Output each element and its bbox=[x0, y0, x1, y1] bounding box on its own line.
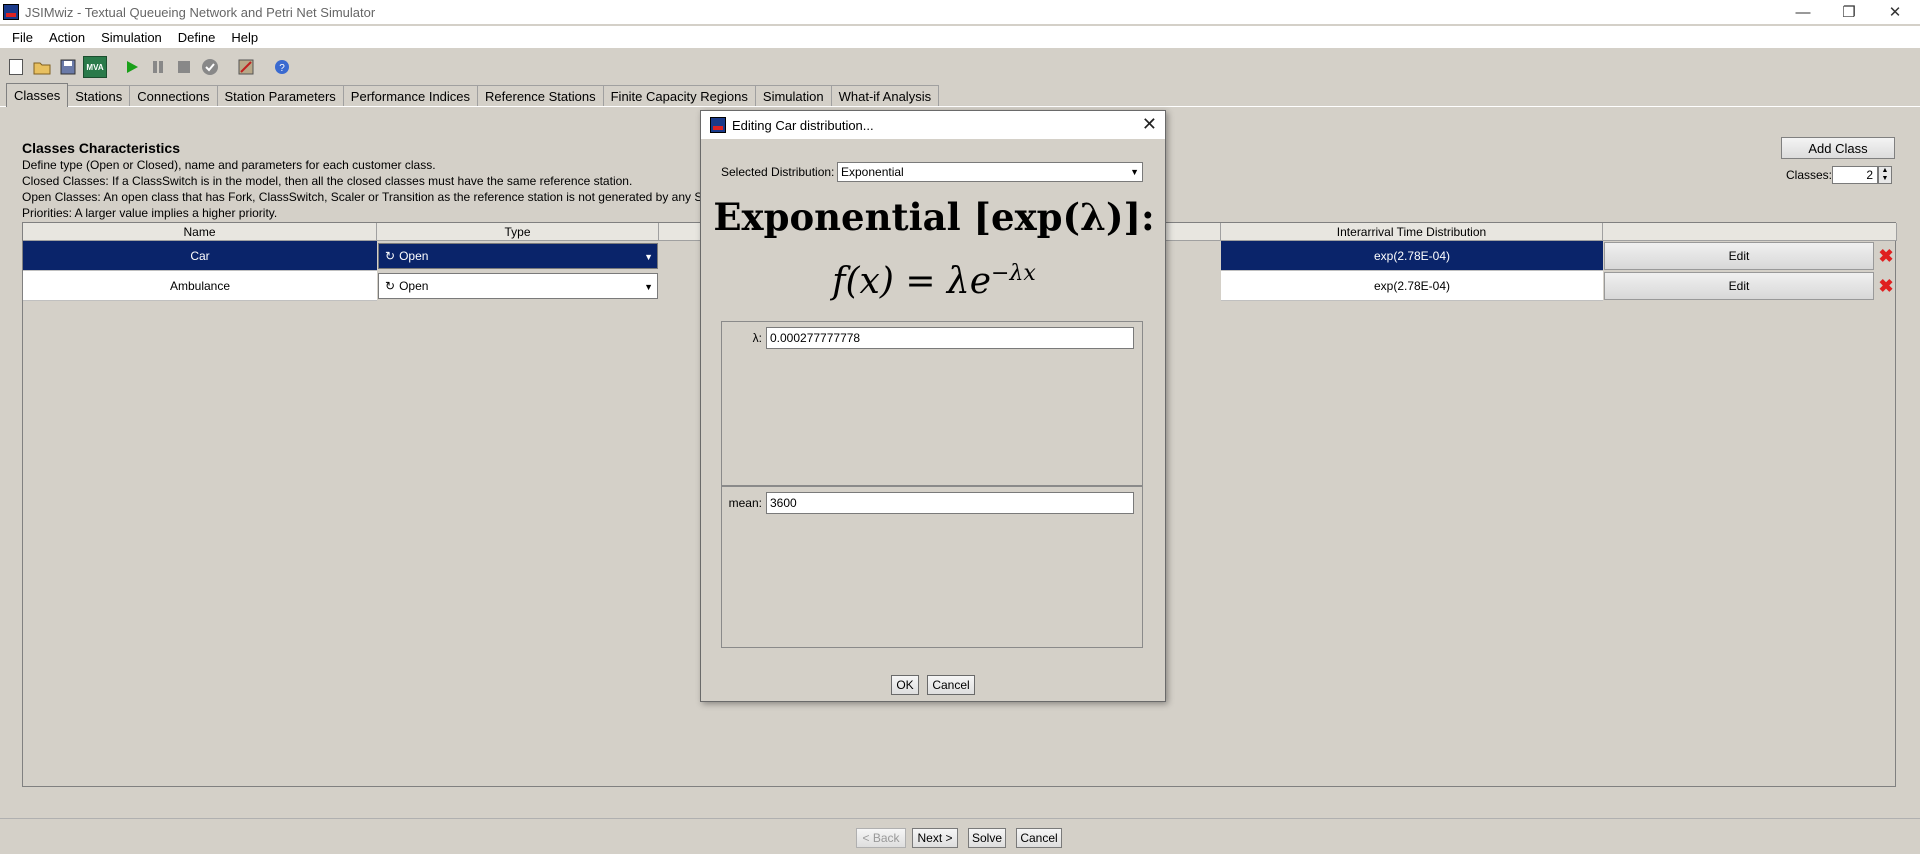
tab-classes[interactable]: Classes bbox=[6, 83, 69, 107]
pause-icon[interactable] bbox=[146, 55, 170, 79]
lambda-label: λ: bbox=[752, 331, 762, 345]
tab-reference-stations[interactable]: Reference Stations bbox=[477, 85, 604, 107]
open-class-icon: ↻ bbox=[385, 279, 396, 293]
tab-connections[interactable]: Connections bbox=[129, 85, 218, 107]
play-icon[interactable] bbox=[120, 55, 144, 79]
close-window-button[interactable]: ✕ bbox=[1872, 0, 1918, 24]
class-type-dropdown[interactable]: ↻ Open ▼ bbox=[378, 243, 658, 269]
tab-simulation[interactable]: Simulation bbox=[754, 85, 832, 107]
chevron-down-icon: ▼ bbox=[644, 252, 653, 262]
tab-station-parameters[interactable]: Station Parameters bbox=[216, 85, 344, 107]
toolbar-separator bbox=[110, 55, 118, 79]
restore-button[interactable]: ❐ bbox=[1826, 0, 1872, 24]
mva-icon[interactable]: MVA bbox=[82, 55, 108, 79]
app-logo-icon bbox=[3, 4, 19, 20]
wizard-bottom-bar: < Back Next > Solve Cancel bbox=[0, 818, 1920, 854]
menu-simulation[interactable]: Simulation bbox=[93, 30, 170, 45]
help-icon[interactable]: ? bbox=[270, 55, 294, 79]
distribution-editor-dialog: Editing Car distribution... ✕ Selected D… bbox=[700, 110, 1166, 702]
classes-count-label: Classes: bbox=[1786, 168, 1833, 182]
toolbar-separator bbox=[224, 55, 232, 79]
ok-button[interactable]: OK bbox=[891, 675, 919, 695]
classes-spinner-arrows[interactable]: ▲ ▼ bbox=[1878, 166, 1892, 184]
minimize-button[interactable]: — bbox=[1780, 0, 1826, 24]
open-class-icon: ↻ bbox=[385, 249, 396, 263]
check-icon[interactable] bbox=[198, 55, 222, 79]
cancel-button[interactable]: Cancel bbox=[1016, 828, 1062, 848]
distribution-cell: exp(2.78E-04) bbox=[1221, 241, 1603, 271]
mean-panel: mean: 3600 bbox=[721, 486, 1143, 648]
stop-icon[interactable] bbox=[172, 55, 196, 79]
description-closed-classes: Closed Classes: If a ClassSwitch is in t… bbox=[22, 174, 633, 188]
window-title: JSIMwiz - Textual Queueing Network and P… bbox=[25, 4, 376, 20]
chevron-down-icon: ▼ bbox=[1130, 167, 1139, 177]
class-type-value: Open bbox=[399, 279, 429, 293]
class-type-value: Open bbox=[399, 249, 429, 263]
class-name-cell[interactable]: Car bbox=[23, 241, 377, 271]
svg-text:?: ? bbox=[279, 63, 285, 74]
menu-help[interactable]: Help bbox=[223, 30, 266, 45]
tab-finite-capacity-regions[interactable]: Finite Capacity Regions bbox=[602, 85, 756, 107]
class-type-dropdown[interactable]: ↻ Open ▼ bbox=[378, 273, 658, 299]
selected-distribution-label: Selected Distribution: bbox=[721, 165, 835, 179]
dialog-titlebar: Editing Car distribution... ✕ bbox=[701, 111, 1165, 139]
tab-divider bbox=[0, 106, 1920, 107]
delete-class-icon[interactable]: ✖ bbox=[1877, 246, 1895, 266]
menu-define[interactable]: Define bbox=[170, 30, 224, 45]
mean-label: mean: bbox=[728, 496, 762, 510]
add-class-button[interactable]: Add Class bbox=[1781, 137, 1895, 159]
tab-stations[interactable]: Stations bbox=[67, 85, 131, 107]
chevron-down-icon: ▼ bbox=[644, 282, 653, 292]
app-logo-icon bbox=[710, 117, 726, 133]
tab-what-if-analysis[interactable]: What-if Analysis bbox=[830, 85, 940, 107]
menubar: File Action Simulation Define Help bbox=[0, 26, 1920, 48]
delete-class-icon[interactable]: ✖ bbox=[1877, 276, 1895, 296]
lambda-row: λ: 0.000277777778 bbox=[728, 327, 1134, 349]
description-open-classes: Open Classes: An open class that has For… bbox=[22, 190, 716, 204]
solve-button[interactable]: Solve bbox=[968, 828, 1006, 848]
new-file-icon[interactable] bbox=[4, 55, 28, 79]
distribution-select[interactable]: Exponential ▼ bbox=[837, 162, 1143, 182]
distribution-formula-title: Exponential [exp(λ)]: bbox=[713, 195, 1155, 239]
tools-icon[interactable] bbox=[234, 55, 258, 79]
lambda-input[interactable]: 0.000277777778 bbox=[766, 327, 1134, 349]
distribution-formula: f(x) = λe−λx bbox=[832, 261, 1036, 302]
edit-distribution-button[interactable]: Edit bbox=[1604, 272, 1874, 300]
distribution-select-value: Exponential bbox=[841, 165, 904, 179]
mean-row: mean: 3600 bbox=[728, 492, 1134, 514]
back-button[interactable]: < Back bbox=[856, 828, 906, 848]
description-priorities: Priorities: A larger value implies a hig… bbox=[22, 206, 278, 220]
toolbar-separator bbox=[260, 55, 268, 79]
column-header-actions[interactable] bbox=[1603, 223, 1897, 241]
dialog-cancel-button[interactable]: Cancel bbox=[927, 675, 975, 695]
edit-distribution-button[interactable]: Edit bbox=[1604, 242, 1874, 270]
column-header-type[interactable]: Type bbox=[377, 223, 659, 241]
main-tabs: Classes Stations Connections Station Par… bbox=[6, 83, 940, 107]
description-line-1: Define type (Open or Closed), name and p… bbox=[22, 158, 436, 172]
dialog-title: Editing Car distribution... bbox=[732, 117, 874, 133]
mean-input[interactable]: 3600 bbox=[766, 492, 1134, 514]
next-button[interactable]: Next > bbox=[912, 828, 958, 848]
class-name-cell[interactable]: Ambulance bbox=[23, 271, 377, 301]
open-folder-icon[interactable] bbox=[30, 55, 54, 79]
section-title: Classes Characteristics bbox=[22, 140, 180, 156]
column-header-name[interactable]: Name bbox=[23, 223, 377, 241]
close-icon[interactable]: ✕ bbox=[1142, 114, 1157, 135]
parameter-panel: λ: 0.000277777778 bbox=[721, 321, 1143, 486]
column-header-distribution[interactable]: Interarrival Time Distribution bbox=[1221, 223, 1603, 241]
distribution-cell: exp(2.78E-04) bbox=[1221, 271, 1603, 301]
menu-file[interactable]: File bbox=[4, 30, 41, 45]
window-titlebar: JSIMwiz - Textual Queueing Network and P… bbox=[0, 0, 1920, 24]
toolbar: MVA ? bbox=[0, 52, 1920, 82]
classes-count-input[interactable]: 2 bbox=[1832, 166, 1878, 184]
save-icon[interactable] bbox=[56, 55, 80, 79]
menu-action[interactable]: Action bbox=[41, 30, 93, 45]
tab-performance-indices[interactable]: Performance Indices bbox=[342, 85, 479, 107]
